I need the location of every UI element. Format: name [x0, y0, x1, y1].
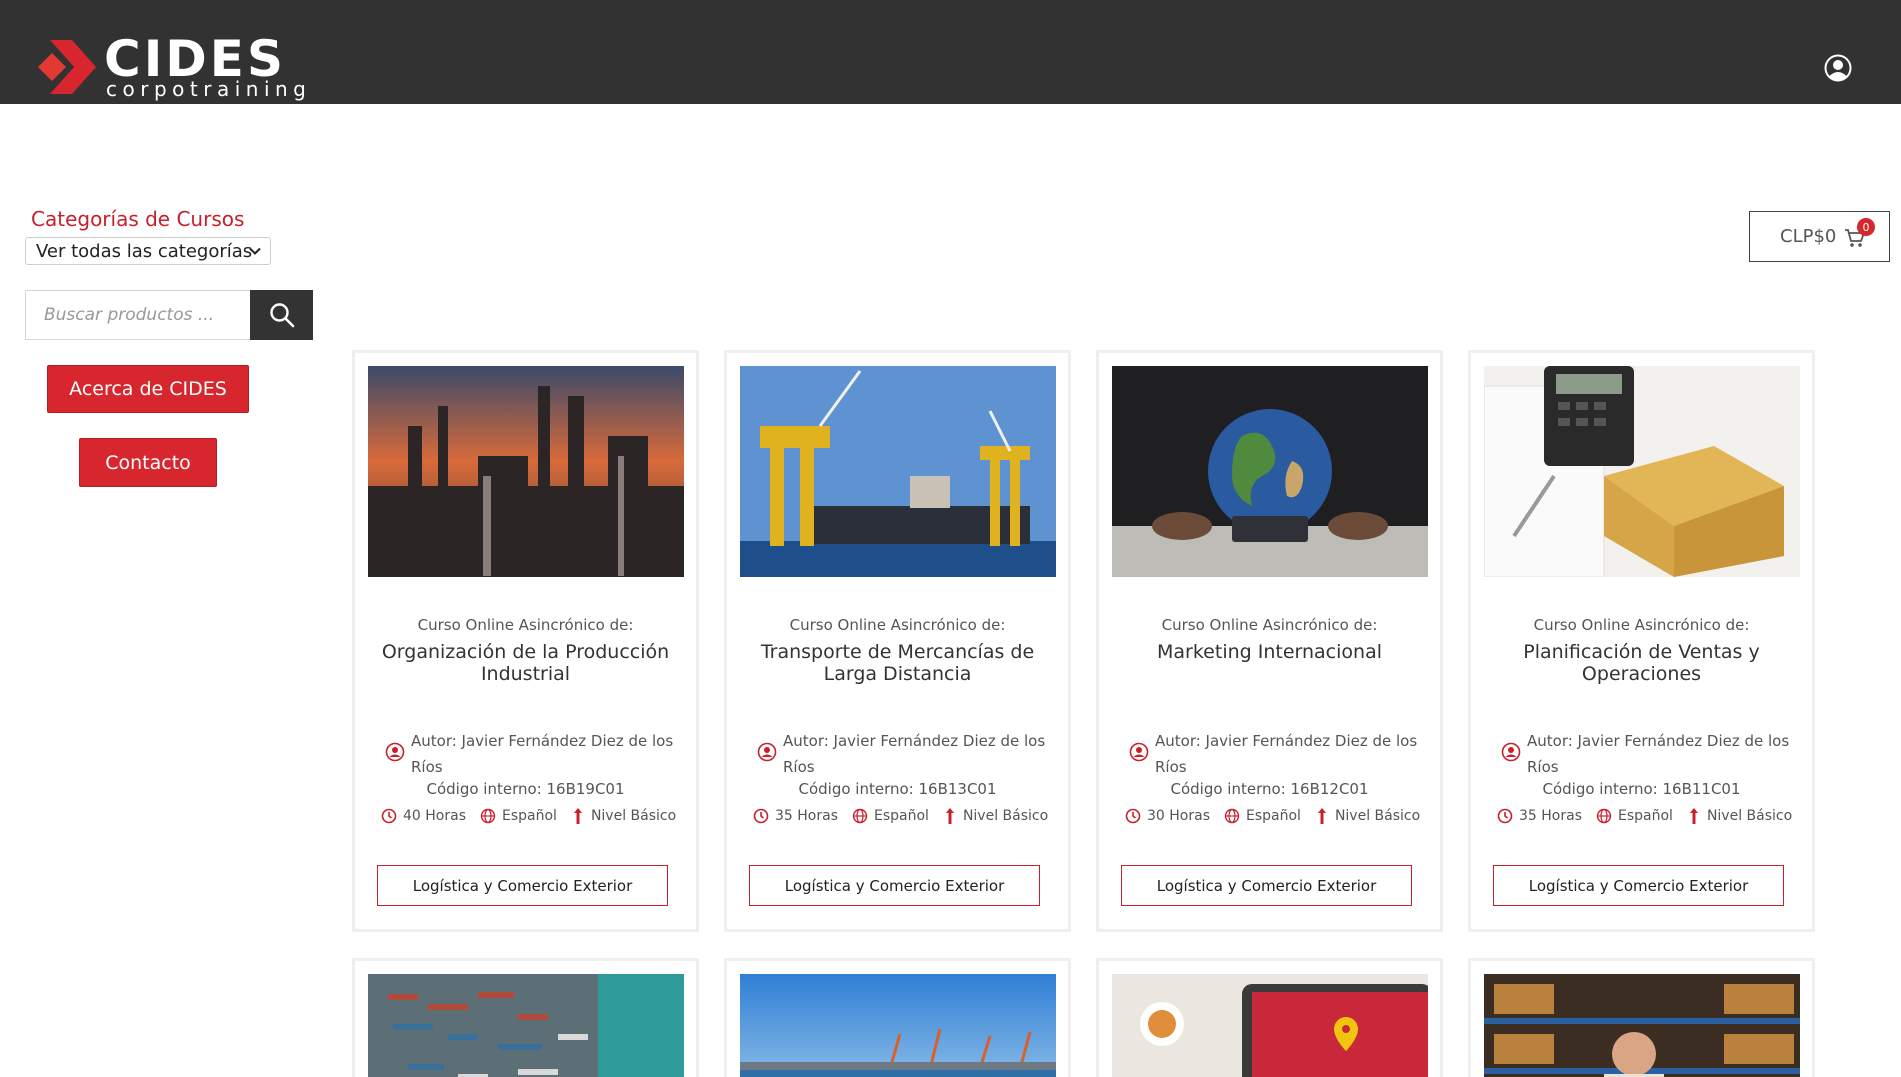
- search-placeholder: Buscar productos ...: [44, 305, 215, 325]
- product-category-button[interactable]: Logística y Comercio Exterior: [1493, 865, 1784, 906]
- product-card[interactable]: Curso Online Asincrónico de: Planificaci…: [1468, 350, 1815, 932]
- category-select[interactable]: Ver todas las categorías: [25, 237, 271, 265]
- categories-title: Categorías de Cursos: [31, 207, 245, 231]
- product-meta: 35 Horas Español Nivel Básico: [1497, 806, 1797, 826]
- level-arrow-icon: [1317, 808, 1326, 824]
- globe-icon: [1224, 808, 1240, 824]
- author-icon: [1129, 742, 1149, 762]
- user-circle-icon[interactable]: [1824, 54, 1852, 82]
- product-card[interactable]: Curso Online Asincrónico de: Marketing I…: [1096, 350, 1443, 932]
- product-title[interactable]: Marketing Internacional: [1117, 641, 1422, 663]
- product-image[interactable]: [740, 366, 1056, 577]
- product-image[interactable]: [1112, 366, 1428, 577]
- level-arrow-icon: [573, 808, 582, 824]
- product-hours: 30 Horas: [1147, 808, 1210, 824]
- product-author: Autor: Javier Fernández Diez de los Ríos: [1527, 732, 1790, 776]
- product-image[interactable]: [1112, 974, 1428, 1077]
- product-level: Nivel Básico: [962, 808, 1049, 824]
- cides-logo[interactable]: CIDES corpotraining: [36, 34, 306, 100]
- product-author: Autor: Javier Fernández Diez de los Ríos: [1155, 732, 1418, 776]
- product-card[interactable]: [1096, 958, 1443, 1077]
- globe-icon: [852, 808, 868, 824]
- about-cides-button[interactable]: Acerca de CIDES: [47, 365, 249, 413]
- search-icon: [269, 303, 294, 328]
- product-language: Español: [1246, 808, 1301, 824]
- level-arrow-icon: [945, 808, 954, 824]
- product-code: Código interno: 16B11C01: [1542, 780, 1741, 798]
- product-code: Código interno: 16B12C01: [1170, 780, 1369, 798]
- product-meta: 30 Horas Español Nivel Básico: [1125, 806, 1425, 826]
- product-image[interactable]: [740, 974, 1056, 1077]
- product-language: Español: [1618, 808, 1673, 824]
- product-language: Español: [874, 808, 929, 824]
- product-title[interactable]: Planificación de Ventas y Operaciones: [1489, 641, 1794, 685]
- product-subtitle: Curso Online Asincrónico de:: [417, 616, 634, 634]
- clock-icon: [753, 808, 769, 824]
- product-category-button[interactable]: Logística y Comercio Exterior: [377, 865, 668, 906]
- product-image[interactable]: [1484, 366, 1800, 577]
- product-title[interactable]: Organización de la Producción Industrial: [373, 641, 678, 685]
- product-image[interactable]: [368, 974, 684, 1077]
- product-hours: 40 Horas: [403, 808, 466, 824]
- product-subtitle: Curso Online Asincrónico de:: [1533, 616, 1750, 634]
- product-code: Código interno: 16B19C01: [426, 780, 625, 798]
- author-icon: [757, 742, 777, 762]
- clock-icon: [1497, 808, 1513, 824]
- product-level: Nivel Básico: [1334, 808, 1421, 824]
- cart-button[interactable]: CLP$0 0: [1749, 211, 1890, 262]
- product-image[interactable]: [1484, 974, 1800, 1077]
- logo-mark-icon: [38, 40, 96, 94]
- category-select-value: Ver todas las categorías: [36, 240, 253, 262]
- product-code: Código interno: 16B13C01: [798, 780, 997, 798]
- clock-icon: [381, 808, 397, 824]
- product-author: Autor: Javier Fernández Diez de los Ríos: [411, 732, 674, 776]
- level-arrow-icon: [1689, 808, 1698, 824]
- globe-icon: [1596, 808, 1612, 824]
- contact-button[interactable]: Contacto: [79, 438, 217, 487]
- search-button[interactable]: [250, 290, 313, 340]
- product-subtitle: Curso Online Asincrónico de:: [1161, 616, 1378, 634]
- globe-icon: [480, 808, 496, 824]
- product-search-input[interactable]: Buscar productos ...: [25, 290, 251, 340]
- product-subtitle: Curso Online Asincrónico de:: [789, 616, 1006, 634]
- product-title[interactable]: Transporte de Mercancías de Larga Distan…: [745, 641, 1050, 685]
- logo-tagline: corpotraining: [106, 77, 312, 101]
- product-meta: 40 Horas Español Nivel Básico: [381, 806, 681, 826]
- product-card[interactable]: [1468, 958, 1815, 1077]
- author-icon: [385, 742, 405, 762]
- product-hours: 35 Horas: [1519, 808, 1582, 824]
- chevron-down-icon: [249, 247, 261, 255]
- product-category-button[interactable]: Logística y Comercio Exterior: [1121, 865, 1412, 906]
- clock-icon: [1125, 808, 1141, 824]
- product-level: Nivel Básico: [1706, 808, 1793, 824]
- product-meta: 35 Horas Español Nivel Básico: [753, 806, 1053, 826]
- cart-total: CLP$0: [1780, 226, 1837, 247]
- product-card[interactable]: [724, 958, 1071, 1077]
- author-icon: [1501, 742, 1521, 762]
- product-card[interactable]: Curso Online Asincrónico de: Transporte …: [724, 350, 1071, 932]
- product-level: Nivel Básico: [590, 808, 677, 824]
- product-author: Autor: Javier Fernández Diez de los Ríos: [783, 732, 1046, 776]
- product-category-button[interactable]: Logística y Comercio Exterior: [749, 865, 1040, 906]
- product-image[interactable]: [368, 366, 684, 577]
- cart-count-badge: 0: [1857, 218, 1875, 236]
- product-card[interactable]: Curso Online Asincrónico de: Organizació…: [352, 350, 699, 932]
- product-language: Español: [502, 808, 557, 824]
- product-hours: 35 Horas: [775, 808, 838, 824]
- product-card[interactable]: [352, 958, 699, 1077]
- site-header: CIDES corpotraining: [0, 0, 1901, 104]
